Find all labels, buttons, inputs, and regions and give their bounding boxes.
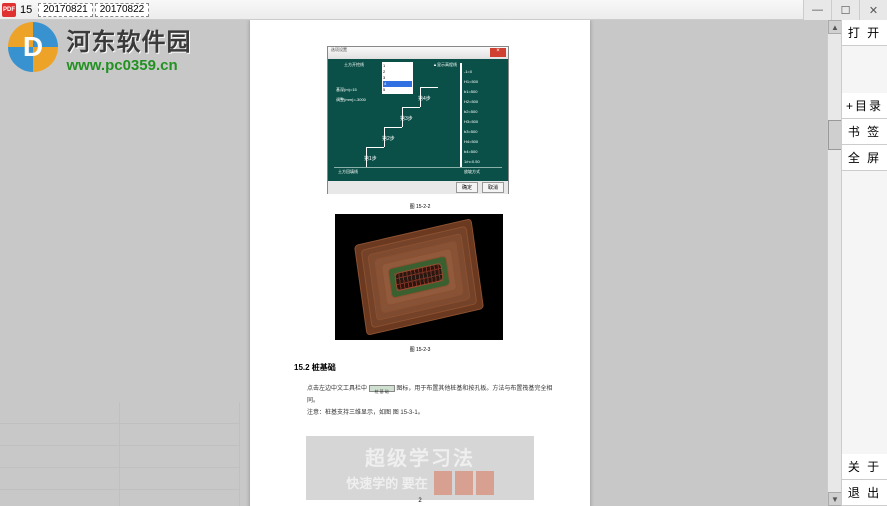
step-1: 第1步 — [364, 155, 377, 162]
figure-caption-1: 图 15-2-2 — [250, 203, 590, 210]
document-page: 选项设置 × 土方开挖线 ▲显示高程线 基深(m)=15 调整(mm)=-300… — [250, 20, 590, 506]
figure-caption-2: 图 15-2-3 — [250, 346, 590, 353]
y-label: H3=500 — [464, 119, 478, 124]
inline-button-icon: 桩 基 础 — [369, 385, 395, 392]
paragraph: 点击左边中文工具栏中 桩 基 础 图标，用于布置其他桩基和按孔板。方法与布置筏基… — [307, 383, 557, 419]
figure-dialog: 选项设置 × 土方开挖线 ▲显示高程线 基深(m)=15 调整(mm)=-300… — [327, 46, 509, 194]
y-label: 1/n=0.50 — [464, 159, 480, 164]
watermark-cn: 河东软件园 — [66, 22, 191, 57]
document-viewport[interactable]: 河东软件园 www.pc0359.cn 选项设置 × 土方开挖线 ▲显示高程线 … — [0, 20, 841, 506]
para-text-c: 注意：桩基支持三维显示，如图 — [307, 410, 391, 416]
minimize-button[interactable]: — — [803, 0, 831, 20]
tab-2[interactable]: 20170822 — [95, 3, 150, 17]
bookmark-button[interactable]: 书 签 — [842, 119, 887, 145]
ad-overlay: 超级学习法 快速学的 要在 — [306, 436, 534, 500]
scroll-thumb[interactable] — [828, 120, 841, 150]
maximize-button[interactable]: ☐ — [831, 0, 859, 20]
toc-button[interactable]: +目录 — [842, 93, 887, 119]
section-heading: 15.2 桩基础 — [294, 362, 336, 373]
tab-1[interactable]: 20170821 — [38, 3, 93, 17]
fullscreen-button[interactable]: 全 屏 — [842, 145, 887, 171]
scroll-track[interactable] — [828, 34, 841, 492]
window-controls: — ☐ ✕ — [803, 0, 887, 20]
about-button[interactable]: 关 于 — [842, 454, 887, 480]
y-label: -1=0 — [464, 69, 472, 74]
y-label: H4=500 — [464, 139, 478, 144]
y-label: H2=500 — [464, 99, 478, 104]
para-inline-ref: 图 15-3-1 — [393, 410, 418, 416]
right-sidebar: 打 开 +目录 书 签 全 屏 关 于 退 出 — [841, 20, 887, 506]
vertical-scrollbar[interactable]: ▲ ▼ — [827, 20, 841, 506]
dialog-title: 选项设置 — [331, 47, 347, 53]
field-bottom: 土方回填线 — [336, 169, 360, 175]
ad-line2: 快速学的 要在 — [346, 473, 428, 492]
y-label: H1=500 — [464, 79, 478, 84]
dialog-close-icon: × — [490, 48, 506, 57]
dialog-left-top-label: 土方开挖线 — [342, 62, 366, 68]
dialog-ok-button: 确定 — [456, 182, 478, 193]
exit-button[interactable]: 退 出 — [842, 480, 887, 506]
step-2: 第2步 — [382, 135, 395, 142]
para-text-a: 点击左边中文工具栏中 — [307, 386, 367, 392]
title-bar: PDF 15 20170821 20170822 — ☐ ✕ — [0, 0, 887, 20]
app-title-number: 15 — [20, 4, 32, 16]
y-label: b1=500 — [464, 89, 477, 94]
open-button[interactable]: 打 开 — [842, 20, 887, 46]
dialog-right-top-label: ▲显示高程线 — [433, 62, 457, 68]
step-3: 第3步 — [400, 115, 413, 122]
close-button[interactable]: ✕ — [859, 0, 887, 20]
y-label: 放坡方式 — [464, 169, 480, 175]
scroll-down-icon[interactable]: ▼ — [828, 492, 841, 506]
figure-3d-pit — [335, 214, 503, 340]
dialog-cancel-button: 取消 — [482, 182, 504, 193]
step-4: 第4步 — [418, 95, 431, 102]
y-label: b3=500 — [464, 129, 477, 134]
logo-icon — [8, 22, 58, 72]
tab-group: 20170821 20170822 — [38, 3, 149, 17]
y-label: b2=500 — [464, 109, 477, 114]
ghost-panel — [0, 402, 240, 506]
watermark-logo: 河东软件园 www.pc0359.cn — [8, 22, 191, 77]
watermark-url: www.pc0359.cn — [66, 57, 191, 74]
app-icon: PDF — [2, 3, 16, 17]
ad-line1: 超级学习法 — [365, 442, 475, 471]
y-label: b4=500 — [464, 149, 477, 154]
scroll-up-icon[interactable]: ▲ — [828, 20, 841, 34]
